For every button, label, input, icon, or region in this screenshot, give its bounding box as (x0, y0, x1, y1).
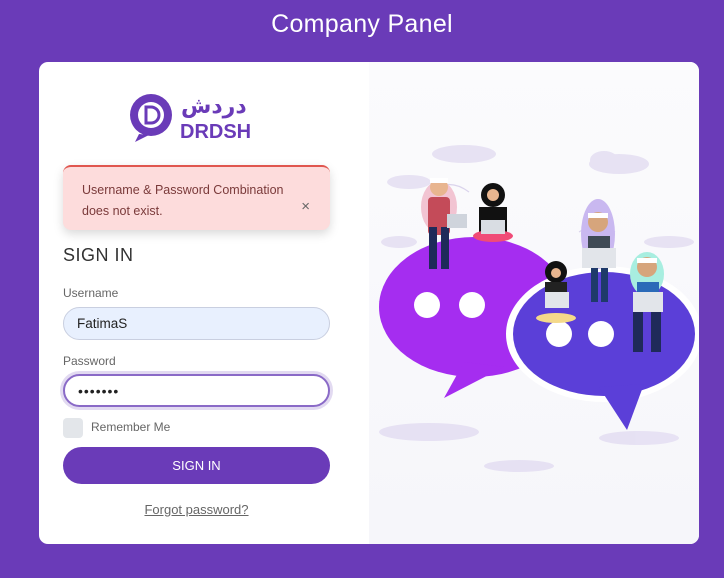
logo-arabic-text: دردش (181, 94, 247, 119)
page-title: Company Panel (271, 10, 453, 38)
logo-latin-text: DRDSH (180, 121, 251, 143)
close-icon[interactable]: × (301, 199, 310, 214)
password-input[interactable]: ••••••• (63, 374, 330, 407)
drdsh-logo: دردش DRDSH (130, 94, 251, 143)
signin-button[interactable]: SIGN IN (63, 447, 330, 484)
login-card: دردش DRDSH Username & Password Combinati… (39, 62, 699, 544)
remember-me-label: Remember Me (91, 420, 171, 434)
illustration-panel (369, 62, 699, 544)
remember-me-checkbox[interactable] (63, 418, 83, 438)
chat-people-illustration (378, 145, 699, 472)
username-label: Username (63, 286, 119, 300)
alert-message: Username & Password Combination does not… (82, 183, 284, 218)
login-form-panel: دردش DRDSH Username & Password Combinati… (39, 62, 369, 544)
username-input[interactable]: FatimaS (63, 307, 330, 340)
error-alert: Username & Password Combination does not… (63, 165, 330, 230)
password-label: Password (63, 354, 116, 368)
forgot-password-link[interactable]: Forgot password? (39, 502, 354, 517)
person-woman-laptop (473, 183, 513, 242)
signin-heading: SIGN IN (63, 245, 134, 265)
